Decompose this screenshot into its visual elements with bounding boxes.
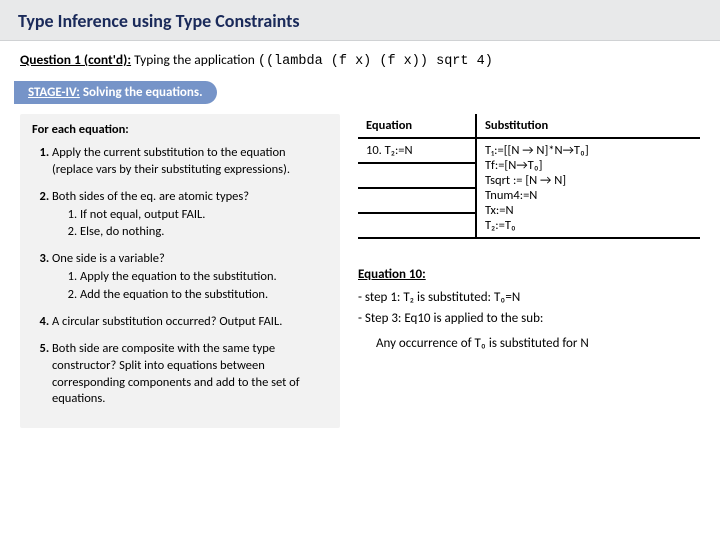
algo-step: One side is a variable? Apply the equati… (52, 251, 328, 304)
eq10-conclusion: Any occurrence of T₀ is substituted for … (376, 336, 700, 351)
subst-line: Tnum4:=N (485, 188, 692, 203)
subst-line: T₂:=T₀ (485, 218, 692, 233)
question-text: Typing the application (134, 51, 255, 68)
algo-substep: If not equal, output FAIL. (80, 207, 328, 224)
question-code: ((lambda (f x) (f x)) sqrt 4) (258, 54, 493, 69)
stage-badge: STAGE-IV: Solving the equations. (14, 81, 217, 104)
page-title: Type Inference using Type Constraints (0, 0, 720, 41)
substitution-cell: T₁:=[[N → N]*N→T₀] Tf:=[N→T₀] Tsqrt := [… (476, 138, 700, 238)
algo-substep: Apply the equation to the substitution. (80, 269, 328, 286)
eq10-bullet: step 1: T₂ is substituted: T₀=N (358, 290, 700, 305)
algo-substep: Add the equation to the substitution. (80, 287, 328, 304)
algorithm-list: Apply the current substitution to the eq… (32, 145, 328, 408)
algo-substep: Else, do nothing. (80, 224, 328, 241)
equation-cell-empty (358, 163, 476, 188)
table-header-equation: Equation (358, 114, 476, 138)
algo-step: Both sides of the eq. are atomic types? … (52, 189, 328, 242)
algo-step: Both side are composite with the same ty… (52, 341, 328, 409)
subst-line: Tf:=[N→T₀] (485, 158, 692, 173)
stage-rest: Solving the equations. (80, 85, 203, 100)
subst-line: Tsqrt := [N → N] (485, 173, 692, 188)
eq10-bullet: Step 3: Eq10 is applied to the sub: (358, 311, 700, 326)
question-line: Question 1 (cont'd): Typing the applicat… (0, 41, 720, 81)
equation-table: Equation Substitution 10. T₂:=N T₁:=[[N … (358, 114, 700, 239)
subst-line: T₁:=[[N → N]*N→T₀] (485, 143, 692, 158)
algo-step: Apply the current substitution to the eq… (52, 145, 328, 179)
equation-cell: 10. T₂:=N (358, 138, 476, 163)
algorithm-panel: For each equation: Apply the current sub… (20, 114, 340, 428)
algorithm-header: For each equation: (32, 122, 328, 139)
equation-cell-empty (358, 188, 476, 213)
subst-line: Tx:=N (485, 203, 692, 218)
table-header-substitution: Substitution (476, 114, 700, 138)
question-label: Question 1 (cont'd): (20, 51, 131, 68)
algo-step: A circular substitution occurred? Output… (52, 314, 328, 331)
equation-10-heading: Equation 10: (358, 267, 426, 282)
equation-10-block: Equation 10: step 1: T₂ is substituted: … (358, 267, 700, 351)
stage-prefix: STAGE-IV: (28, 85, 80, 100)
equation-cell-empty (358, 213, 476, 238)
